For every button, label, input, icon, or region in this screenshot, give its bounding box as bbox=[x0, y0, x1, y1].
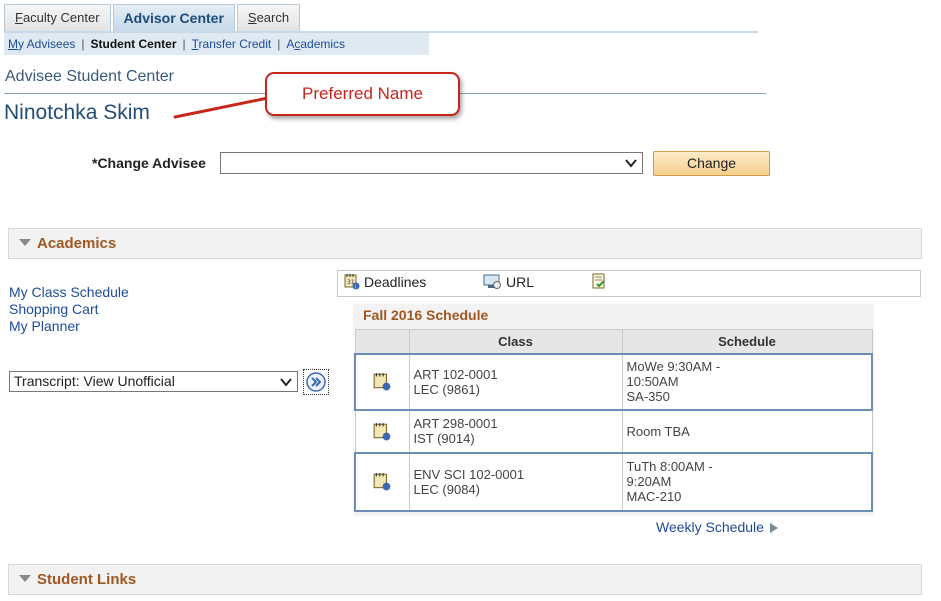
class-details-icon bbox=[373, 473, 391, 491]
weekly-schedule-label: Weekly Schedule bbox=[656, 519, 764, 535]
chevron-down-icon bbox=[280, 378, 292, 387]
sub-navigation: My Advisees | Student Center | Transfer Cred… bbox=[4, 33, 429, 55]
class-name: ENV SCI 102-0001 bbox=[413, 466, 525, 482]
table-row: ART 298-0001 IST (9014) Room TBA bbox=[354, 409, 873, 453]
class-details-cell[interactable] bbox=[354, 451, 410, 512]
other-academic-select[interactable]: Transcript: View Unofficial bbox=[9, 371, 298, 392]
change-advisee-select[interactable] bbox=[220, 152, 643, 174]
preferred-name-callout: Preferred Name bbox=[265, 72, 460, 116]
subnav-transfer-credit-label: ransfer Credit bbox=[198, 37, 272, 51]
academic-links: My Class Schedule Shopping Cart My Plann… bbox=[9, 284, 129, 335]
subnav-transfer-credit[interactable]: Transfer Credit bbox=[192, 37, 272, 51]
subnav-separator: | bbox=[182, 37, 186, 51]
tab-search[interactable]: Search bbox=[236, 4, 301, 31]
class-column-header: Class bbox=[408, 329, 623, 354]
subnav-student-center: Student Center bbox=[90, 37, 177, 51]
student-name: Ninotchka Skim bbox=[4, 101, 150, 124]
subnav-my-advisees[interactable]: My Advisees bbox=[8, 37, 75, 51]
deadlines-link[interactable]: 31 i Deadlines bbox=[344, 273, 426, 290]
shopping-cart-link[interactable]: Shopping Cart bbox=[9, 301, 129, 318]
schedule-cell: MoWe 9:30AM - 10:50AM SA-350 bbox=[621, 352, 873, 411]
subnav-academics[interactable]: Academics bbox=[286, 37, 345, 51]
class-details-icon bbox=[373, 422, 391, 440]
schedule-panel: Fall 2016 Schedule Class Schedule ART 10… bbox=[353, 304, 874, 516]
checklist-link[interactable] bbox=[591, 273, 607, 290]
schedule-column-header: Schedule bbox=[621, 329, 873, 354]
url-link[interactable]: URL bbox=[482, 273, 534, 290]
schedule-time-start: TuTh 8:00AM - bbox=[626, 459, 713, 474]
subnav-my-advisees-accesskey: M bbox=[8, 37, 18, 51]
academics-section-header[interactable]: Academics bbox=[8, 228, 922, 259]
weekly-schedule-link[interactable]: Weekly Schedule bbox=[656, 519, 778, 535]
chevron-down-icon bbox=[625, 159, 637, 168]
page-title: Advisee Student Center bbox=[5, 68, 174, 85]
go-button[interactable] bbox=[303, 369, 329, 395]
tab-faculty-center-label: aculty Center bbox=[22, 10, 100, 25]
schedule-header-row: Class Schedule bbox=[354, 329, 873, 354]
other-academic-select-value: Transcript: View Unofficial bbox=[14, 373, 175, 389]
tools-bar: 31 i Deadlines URL bbox=[337, 270, 921, 297]
class-details-icon bbox=[373, 373, 391, 391]
subnav-separator: | bbox=[277, 37, 281, 51]
schedule-time-end: 10:50AM bbox=[626, 374, 679, 389]
url-monitor-icon bbox=[483, 274, 501, 289]
tab-search-label: earch bbox=[256, 10, 290, 25]
my-planner-link[interactable]: My Planner bbox=[9, 318, 129, 335]
class-cell: ART 298-0001 IST (9014) bbox=[408, 409, 623, 453]
double-chevron-right-icon bbox=[306, 372, 326, 392]
collapse-triangle-icon bbox=[19, 575, 31, 582]
schedule-time-end: 9:20AM bbox=[626, 474, 672, 489]
tab-faculty-center-accesskey: F bbox=[15, 10, 23, 25]
subnav-separator: | bbox=[81, 37, 85, 51]
tab-faculty-center[interactable]: Faculty Center bbox=[4, 4, 111, 31]
icon-column-header bbox=[354, 329, 410, 354]
svg-text:i: i bbox=[355, 285, 356, 291]
subnav-academics-label: ademics bbox=[300, 37, 346, 51]
tab-bar: Faculty Center Advisor Center Search bbox=[4, 4, 301, 31]
schedule-cell: TuTh 8:00AM - 9:20AM MAC-210 bbox=[621, 451, 873, 512]
class-details-cell[interactable] bbox=[354, 409, 410, 453]
academics-section-title: Academics bbox=[37, 235, 117, 252]
student-links-section-header[interactable]: Student Links bbox=[8, 564, 922, 595]
student-links-section-title: Student Links bbox=[37, 571, 137, 588]
deadlines-calendar-icon: 31 i bbox=[344, 274, 360, 291]
change-advisee-label: *Change Advisee bbox=[92, 155, 206, 171]
class-section: IST (9014) bbox=[413, 431, 475, 446]
tab-advisor-center[interactable]: Advisor Center bbox=[112, 4, 235, 31]
class-cell: ENV SCI 102-0001 LEC (9084) bbox=[408, 451, 623, 512]
schedule-room: MAC-210 bbox=[626, 489, 682, 504]
schedule-title: Fall 2016 Schedule bbox=[363, 307, 489, 323]
my-class-schedule-link[interactable]: My Class Schedule bbox=[9, 284, 129, 301]
table-row: ART 102-0001 LEC (9861) MoWe 9:30AM - 10… bbox=[354, 352, 873, 411]
collapse-triangle-icon bbox=[19, 239, 31, 246]
subnav-my-advisees-label: y Advisees bbox=[18, 37, 76, 51]
subnav-transfer-credit-accesskey: T bbox=[191, 37, 199, 51]
url-label: URL bbox=[506, 273, 535, 290]
class-name: ART 102-0001 bbox=[413, 366, 498, 382]
class-details-cell[interactable] bbox=[354, 352, 410, 411]
class-cell: ART 102-0001 LEC (9861) bbox=[408, 352, 623, 411]
deadlines-label: Deadlines bbox=[364, 273, 427, 290]
change-button[interactable]: Change bbox=[653, 151, 770, 176]
schedule-table: Class Schedule ART 102-0001 LEC (9861) M… bbox=[354, 329, 873, 512]
class-name: ART 298-0001 bbox=[413, 416, 498, 431]
schedule-time-start: MoWe 9:30AM - bbox=[626, 359, 721, 374]
checklist-icon bbox=[592, 273, 605, 289]
class-section: LEC (9084) bbox=[413, 481, 480, 497]
schedule-room: SA-350 bbox=[626, 389, 670, 404]
schedule-cell: Room TBA bbox=[621, 409, 873, 453]
tab-search-accesskey: S bbox=[247, 10, 257, 25]
table-row: ENV SCI 102-0001 LEC (9084) TuTh 8:00AM … bbox=[354, 451, 873, 512]
schedule-room: Room TBA bbox=[626, 423, 690, 439]
play-arrow-icon bbox=[769, 523, 778, 533]
tab-advisor-center-label: Advisor Center bbox=[123, 10, 224, 26]
class-section: LEC (9861) bbox=[413, 381, 480, 397]
